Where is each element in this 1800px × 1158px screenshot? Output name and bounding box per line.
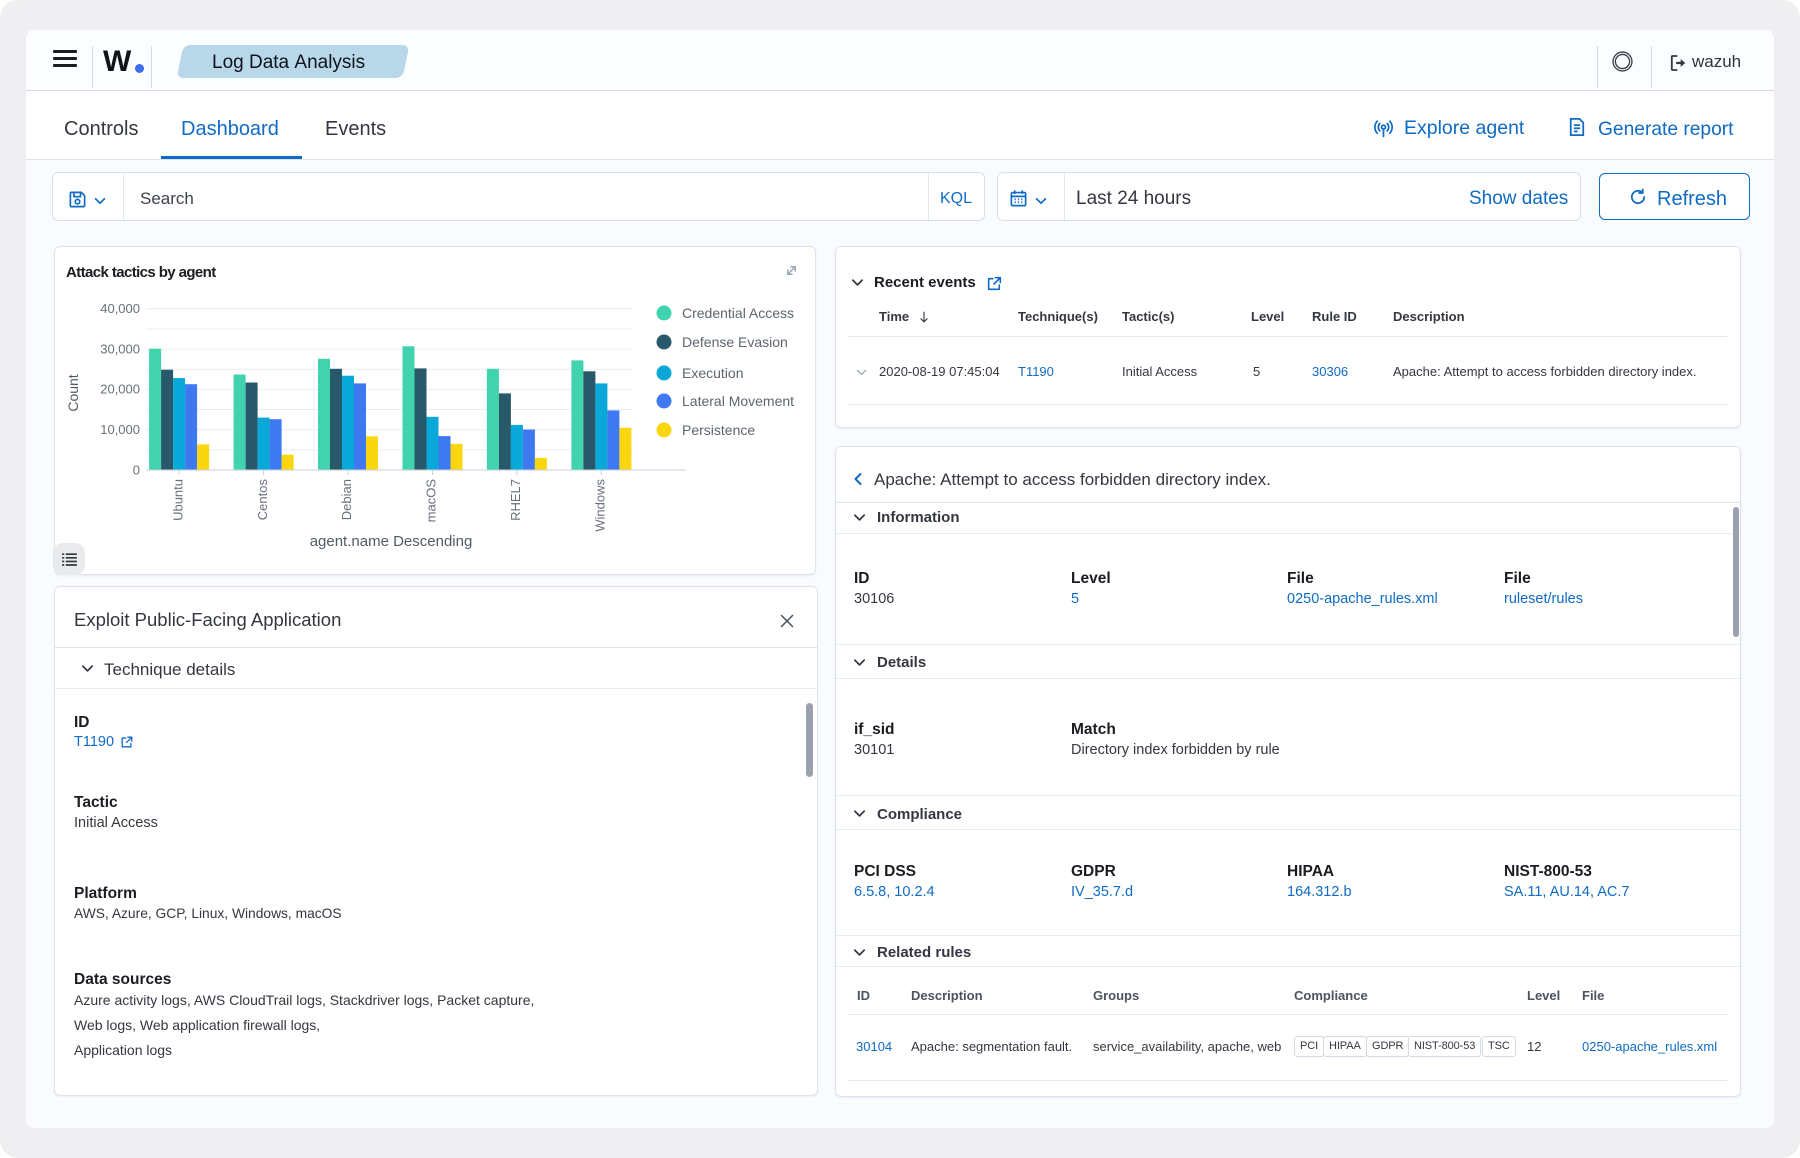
svg-text:RHEL7: RHEL7: [508, 479, 523, 521]
svg-text:30,000: 30,000: [100, 341, 140, 356]
svg-text:Ubuntu: Ubuntu: [170, 479, 185, 521]
svg-text:Lateral Movement: Lateral Movement: [682, 393, 794, 409]
svg-text:0: 0: [133, 462, 140, 477]
svg-text:Defense Evasion: Defense Evasion: [682, 334, 788, 350]
svg-text:20,000: 20,000: [100, 382, 140, 397]
svg-text:Debian: Debian: [339, 479, 354, 520]
svg-text:Count: Count: [65, 374, 81, 411]
svg-text:10,000: 10,000: [100, 422, 140, 437]
svg-text:Centos: Centos: [255, 479, 270, 521]
svg-text:agent.name Descending: agent.name Descending: [310, 533, 473, 550]
svg-text:Execution: Execution: [682, 365, 743, 381]
svg-text:Credential Access: Credential Access: [682, 305, 794, 321]
svg-text:Persistence: Persistence: [682, 422, 755, 438]
svg-text:macOS: macOS: [424, 479, 439, 523]
svg-text:40,000: 40,000: [100, 301, 140, 316]
svg-text:Windows: Windows: [593, 479, 608, 532]
